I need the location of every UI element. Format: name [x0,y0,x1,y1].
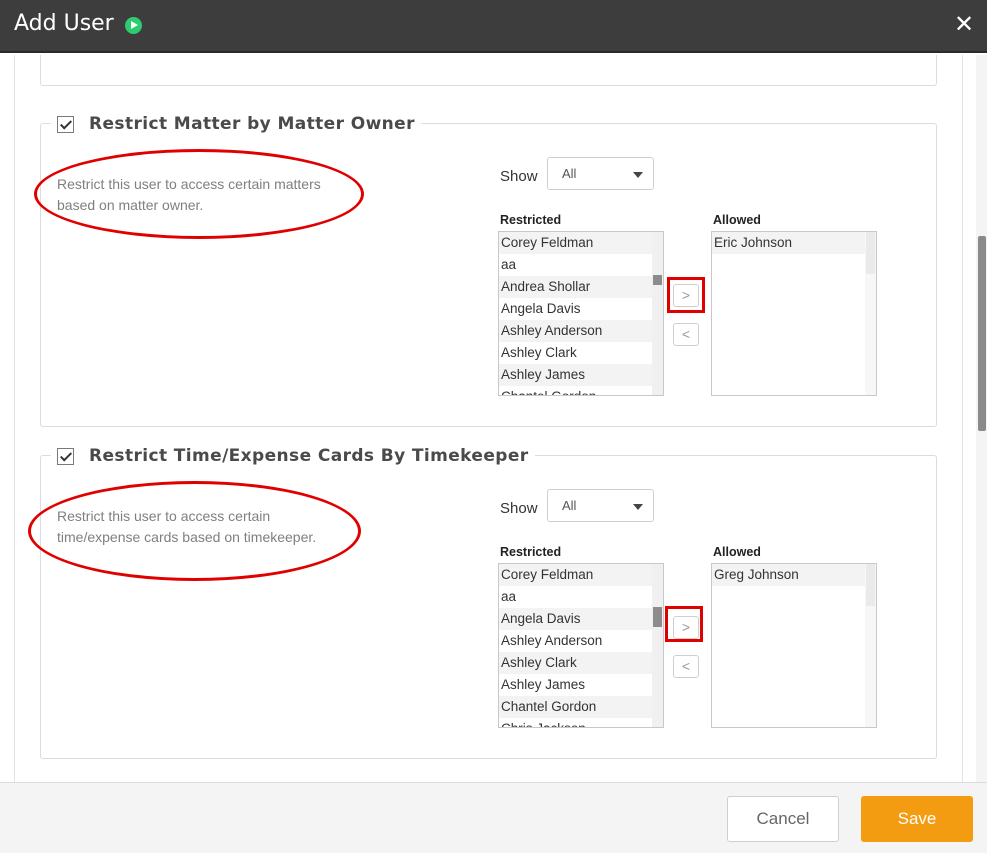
show-select-value: All [562,166,577,181]
previous-section-bottom [40,55,937,86]
list-item[interactable]: Ashley Anderson [499,630,663,652]
content-left-border [14,55,15,782]
list-item[interactable]: Chantel Gordon [499,696,663,718]
list-item[interactable]: Corey Feldman [499,564,663,586]
list-item[interactable]: Angela Davis [499,608,663,630]
move-left-button[interactable]: < [673,323,699,346]
list-scrollbar[interactable] [652,232,663,395]
section-title: Restrict Matter by Matter Owner [89,114,415,134]
annotation-ellipse [28,481,361,581]
show-select-value: All [562,498,577,513]
allowed-label: Allowed [713,213,761,227]
annotation-ellipse [34,149,364,239]
restrict-matter-checkbox[interactable] [57,115,74,133]
list-item[interactable]: Chantel Gordon [499,386,663,395]
caret-down-icon [633,504,643,510]
list-item[interactable]: Andrea Shollar [499,276,663,298]
list-item[interactable]: Greg Johnson [712,564,876,586]
show-select[interactable]: All [547,489,654,522]
list-item[interactable]: aa [499,254,663,276]
modal-title: Add User [14,11,114,36]
list-item[interactable]: Corey Feldman [499,232,663,254]
list-item[interactable]: Ashley James [499,364,663,386]
allowed-listbox[interactable]: Eric Johnson [711,231,877,396]
list-scrollbar-thumb[interactable] [653,275,662,285]
modal-body: Restrict Matter by Matter Owner Restrict… [0,55,987,782]
list-item[interactable]: Ashley Anderson [499,320,663,342]
restricted-listbox[interactable]: Corey Feldman aa Andrea Shollar Angela D… [498,231,664,396]
modal-header: Add User ✕ [0,0,987,53]
play-icon[interactable] [125,17,142,34]
restricted-label: Restricted [500,213,562,227]
modal-footer: Cancel Save [0,782,987,853]
content-right-border [962,55,963,782]
add-user-modal: Add User ✕ Restrict Matter by Matter Own… [0,0,987,853]
allowed-label: Allowed [713,545,761,559]
allowed-listbox[interactable]: Greg Johnson [711,563,877,728]
restrict-time-expense-checkbox[interactable] [57,447,74,465]
move-right-button[interactable]: > [673,616,699,639]
show-select[interactable]: All [547,157,654,190]
list-item[interactable]: Eric Johnson [712,232,876,254]
list-item[interactable]: Chris Jackson [499,718,663,727]
section-legend: Restrict Time/Expense Cards By Timekeepe… [51,443,535,469]
show-label: Show [500,168,538,185]
section-title: Restrict Time/Expense Cards By Timekeepe… [89,446,529,466]
move-right-button[interactable]: > [673,284,699,307]
list-item[interactable]: aa [499,586,663,608]
section-legend: Restrict Matter by Matter Owner [51,111,421,137]
list-scrollbar[interactable] [652,564,663,727]
list-scrollbar-thumb[interactable] [653,607,662,627]
save-button[interactable]: Save [861,796,973,842]
cancel-button[interactable]: Cancel [727,796,839,842]
body-scrollbar-thumb[interactable] [978,236,986,431]
restricted-label: Restricted [500,545,562,559]
restricted-listbox[interactable]: Corey Feldman aa Angela Davis Ashley And… [498,563,664,728]
list-scrollbar-thumb[interactable] [866,564,875,606]
list-scrollbar[interactable] [865,232,876,395]
list-item[interactable]: Ashley Clark [499,342,663,364]
list-scrollbar[interactable] [865,564,876,727]
move-left-button[interactable]: < [673,655,699,678]
list-item[interactable]: Ashley James [499,674,663,696]
matter-owner-section: Restrict Matter by Matter Owner Restrict… [34,111,937,427]
close-icon[interactable]: ✕ [952,11,976,39]
list-scrollbar-thumb[interactable] [866,232,875,274]
list-item[interactable]: Ashley Clark [499,652,663,674]
list-item[interactable]: Angela Davis [499,298,663,320]
show-label: Show [500,500,538,517]
timekeeper-section: Restrict Time/Expense Cards By Timekeepe… [28,443,937,759]
caret-down-icon [633,172,643,178]
